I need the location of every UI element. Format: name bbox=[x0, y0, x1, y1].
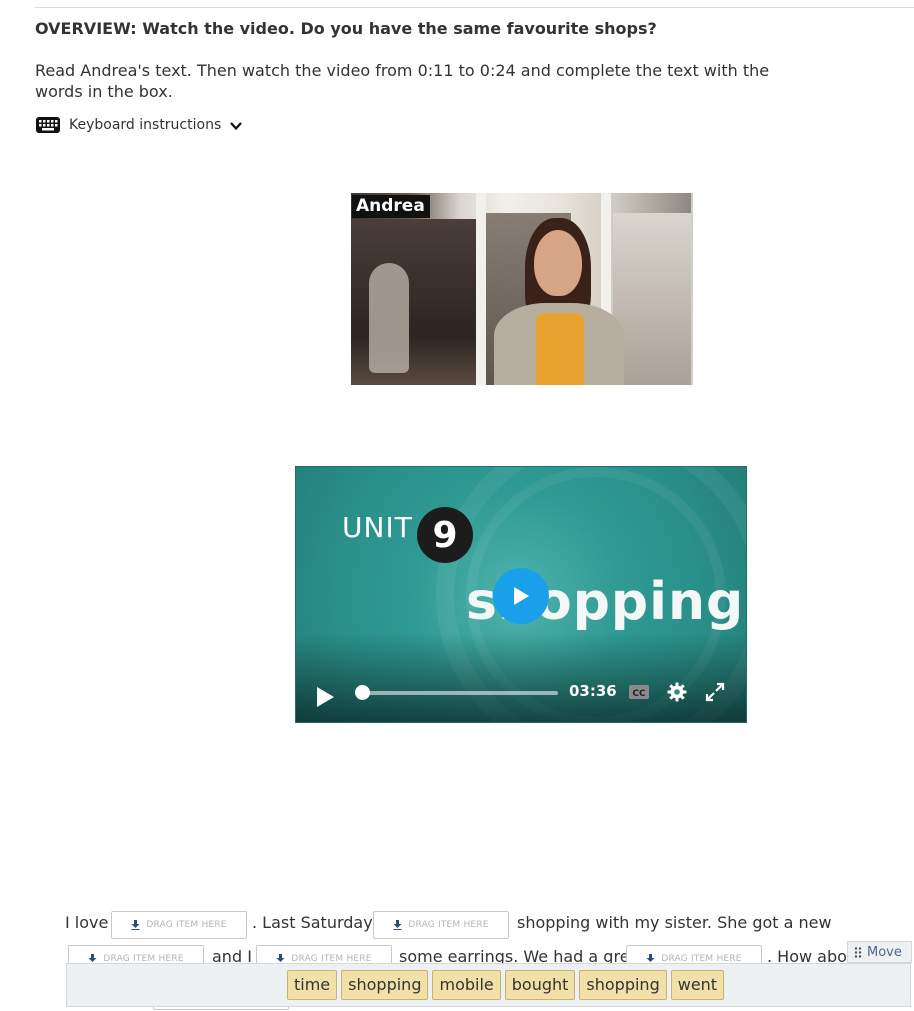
word-chip[interactable]: went bbox=[670, 970, 725, 1000]
pillar bbox=[476, 193, 486, 385]
closed-captions-icon: CC bbox=[629, 685, 649, 699]
drag-grip-icon bbox=[854, 946, 862, 958]
captions-button[interactable]: CC bbox=[628, 683, 650, 705]
word-chip[interactable]: mobile bbox=[432, 970, 501, 1000]
video-duration: 03:36 bbox=[569, 682, 617, 700]
shop-window bbox=[613, 213, 691, 385]
download-arrow-icon bbox=[131, 920, 140, 930]
drop-zone-placeholder: DRAG ITEM HERE bbox=[146, 920, 227, 930]
keyboard-instructions-label: Keyboard instructions bbox=[69, 117, 222, 133]
cloze-text: I love bbox=[65, 913, 109, 932]
settings-button[interactable] bbox=[667, 682, 687, 706]
drop-zone[interactable]: DRAG ITEM HERE bbox=[111, 911, 247, 939]
play-icon bbox=[514, 587, 529, 605]
svg-text:CC: CC bbox=[632, 689, 646, 699]
word-pool: time shopping mobile bought shopping went bbox=[66, 963, 911, 1007]
person-top bbox=[536, 313, 584, 385]
move-pool-button[interactable]: Move bbox=[847, 941, 912, 963]
gear-icon bbox=[667, 682, 687, 702]
fullscreen-button[interactable] bbox=[705, 682, 725, 706]
big-play-button[interactable] bbox=[493, 568, 549, 624]
name-tag: Andrea bbox=[352, 195, 430, 218]
andrea-photo: Andrea bbox=[351, 193, 693, 385]
progress-knob[interactable] bbox=[355, 685, 370, 700]
download-arrow-icon bbox=[393, 920, 402, 930]
drop-zone-placeholder: DRAG ITEM HERE bbox=[408, 920, 489, 930]
video-player[interactable]: UNIT 9 shopping 03:36 CC bbox=[295, 466, 747, 723]
play-button[interactable] bbox=[314, 685, 336, 709]
unit-label: UNIT bbox=[342, 511, 413, 544]
drop-zone[interactable]: DRAG ITEM HERE bbox=[373, 911, 509, 939]
cloze-text: . Last Saturday I bbox=[252, 913, 383, 932]
progress-track[interactable] bbox=[362, 691, 558, 695]
play-icon bbox=[317, 687, 334, 707]
word-chip[interactable]: shopping bbox=[579, 970, 667, 1000]
unit-number-badge: 9 bbox=[417, 507, 473, 563]
chevron-down-icon bbox=[229, 118, 243, 132]
keyboard-instructions-toggle[interactable]: Keyboard instructions bbox=[35, 115, 243, 135]
cloze-text: shopping with my sister. She got a new bbox=[517, 913, 832, 932]
overview-heading: OVERVIEW: Watch the video. Do you have t… bbox=[35, 19, 657, 38]
keyboard-icon bbox=[35, 115, 61, 135]
word-pool-items: time shopping mobile bought shopping went bbox=[287, 970, 725, 1000]
top-divider bbox=[35, 7, 914, 8]
video-controls-bar bbox=[296, 632, 746, 722]
move-label: Move bbox=[867, 944, 902, 960]
person-face bbox=[534, 230, 582, 296]
word-chip[interactable]: bought bbox=[504, 970, 576, 1000]
instructions-text: Read Andrea's text. Then watch the video… bbox=[35, 61, 770, 101]
word-chip[interactable]: time bbox=[287, 970, 338, 1000]
word-chip[interactable]: shopping bbox=[341, 970, 429, 1000]
mannequin bbox=[369, 263, 409, 373]
fullscreen-icon bbox=[705, 682, 725, 702]
